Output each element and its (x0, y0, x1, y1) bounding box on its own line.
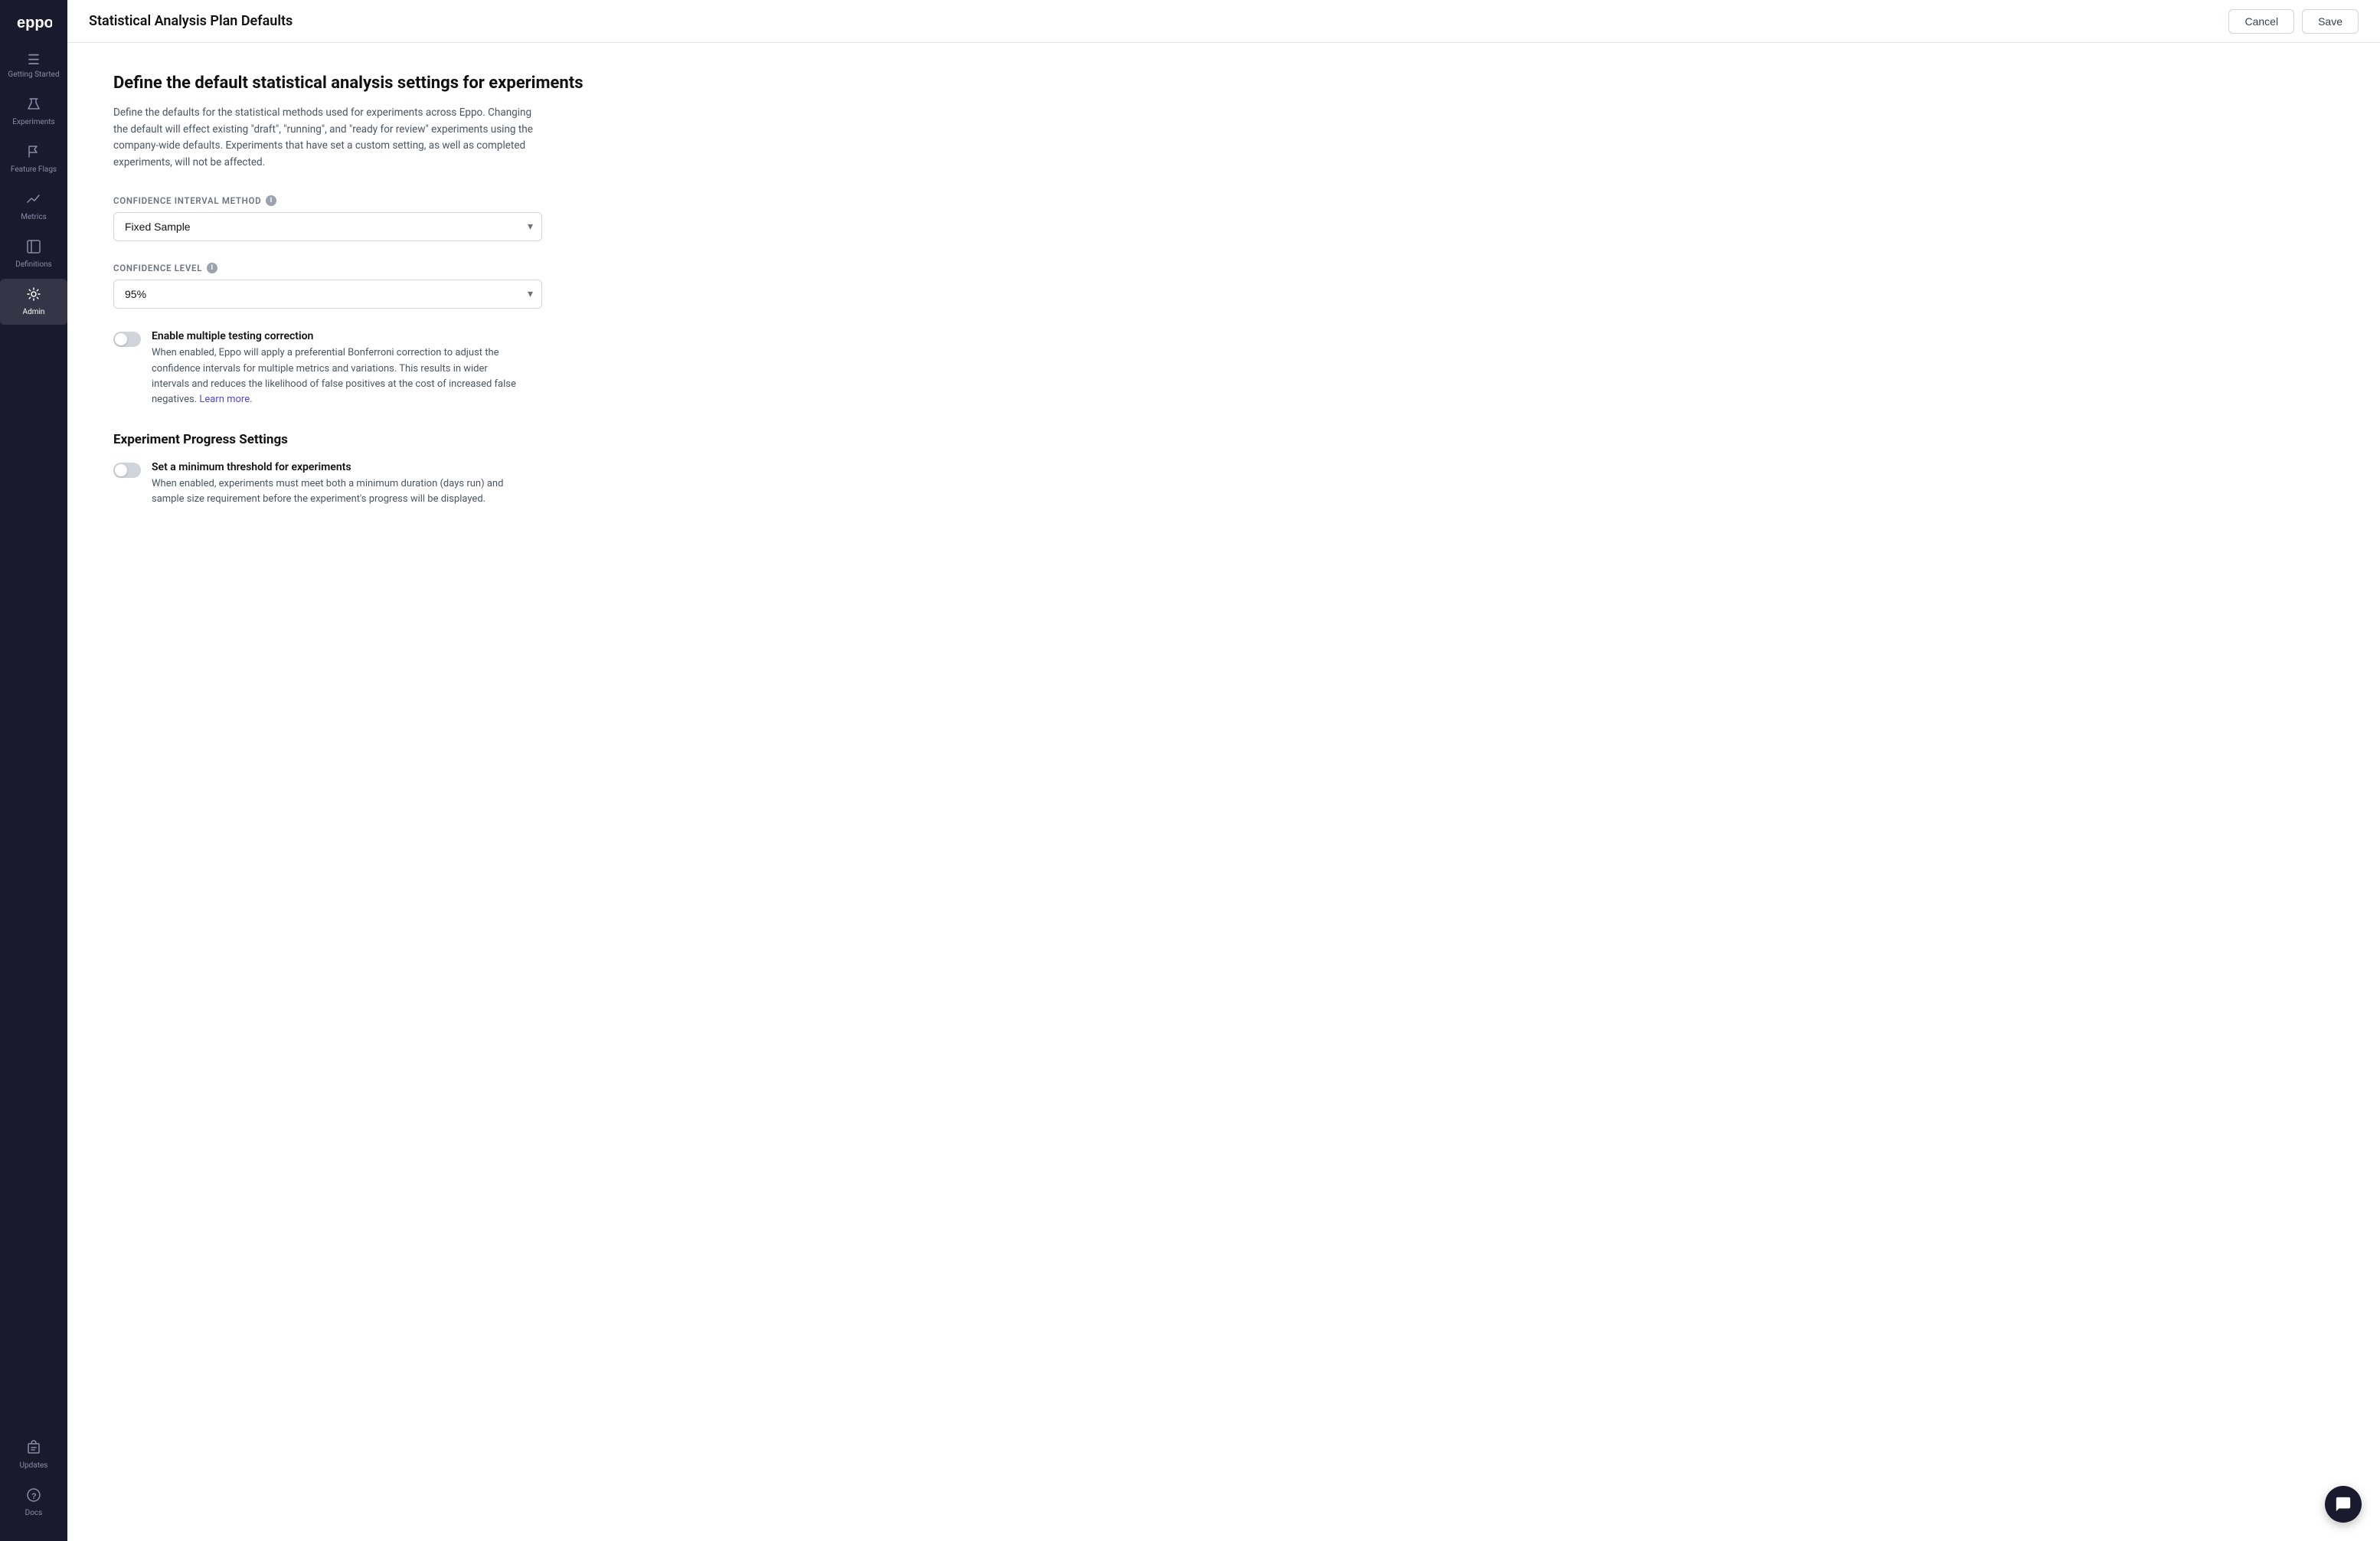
section-description: Define the defaults for the statistical … (113, 105, 542, 171)
save-button[interactable]: Save (2302, 9, 2359, 34)
confidence-level-group: CONFIDENCE LEVEL i 90% 95% 99% ▾ (113, 263, 2334, 309)
sidebar-item-label: Getting Started (8, 70, 59, 80)
experiment-progress-section: Experiment Progress Settings Set a minim… (113, 432, 2334, 507)
sidebar-item-experiments[interactable]: Experiments (0, 89, 67, 135)
sidebar-item-label: Metrics (21, 213, 47, 222)
confidence-interval-method-select-wrapper: Fixed Sample Sequential ▾ (113, 212, 542, 241)
confidence-interval-info-icon[interactable]: i (266, 195, 276, 206)
getting-started-icon: ☰ (28, 54, 40, 67)
chat-button[interactable] (2325, 1486, 2362, 1523)
confidence-interval-method-select[interactable]: Fixed Sample Sequential (113, 212, 542, 241)
multiple-testing-toggle[interactable] (113, 332, 141, 347)
svg-text:eppo: eppo (17, 15, 52, 31)
top-bar: Statistical Analysis Plan Defaults Cance… (67, 0, 2380, 43)
multiple-testing-content: Enable multiple testing correction When … (152, 330, 527, 407)
learn-more-link[interactable]: Learn more. (199, 394, 252, 405)
sidebar-item-label: Updates (20, 1461, 48, 1471)
feature-flags-icon (26, 144, 41, 162)
sidebar-item-label: Experiments (12, 118, 54, 127)
docs-icon: ? (26, 1487, 41, 1506)
sidebar-item-label: Admin (23, 308, 45, 317)
main-heading: Define the default statistical analysis … (113, 74, 2334, 93)
updates-icon (26, 1440, 41, 1458)
min-threshold-desc: When enabled, experiments must meet both… (152, 476, 527, 507)
toggle-track (113, 463, 141, 478)
admin-icon (26, 286, 41, 305)
experiment-progress-heading: Experiment Progress Settings (113, 432, 2334, 447)
sidebar-item-docs[interactable]: ? Docs (0, 1480, 67, 1526)
multiple-testing-desc: When enabled, Eppo will apply a preferen… (152, 345, 527, 407)
sidebar-bottom: Updates ? Docs (0, 1432, 67, 1526)
confidence-level-select-wrapper: 90% 95% 99% ▾ (113, 280, 542, 309)
sidebar-item-label: Definitions (15, 260, 51, 270)
sidebar-item-getting-started[interactable]: ☰ Getting Started (0, 46, 67, 87)
multiple-testing-title: Enable multiple testing correction (152, 330, 527, 342)
sidebar-item-label: Docs (25, 1509, 43, 1518)
sidebar-nav: ☰ Getting Started Experiments Feature Fl… (0, 46, 67, 1432)
confidence-level-label: CONFIDENCE LEVEL i (113, 263, 2334, 273)
min-threshold-title: Set a minimum threshold for experiments (152, 461, 527, 473)
logo: eppo (15, 9, 52, 34)
main-wrapper: Statistical Analysis Plan Defaults Cance… (67, 0, 2380, 1541)
content-area: Define the default statistical analysis … (67, 43, 2380, 1541)
confidence-level-select[interactable]: 90% 95% 99% (113, 280, 542, 309)
confidence-level-info-icon[interactable]: i (207, 263, 217, 273)
sidebar-item-admin[interactable]: Admin (0, 279, 67, 325)
sidebar-item-definitions[interactable]: Definitions (0, 231, 67, 277)
svg-text:?: ? (31, 1492, 37, 1501)
min-threshold-row: Set a minimum threshold for experiments … (113, 461, 2334, 507)
metrics-icon (26, 191, 41, 210)
multiple-testing-row: Enable multiple testing correction When … (113, 330, 2334, 407)
sidebar: eppo ☰ Getting Started Experiments Featu… (0, 0, 67, 1541)
sidebar-item-updates[interactable]: Updates (0, 1432, 67, 1478)
toggle-track (113, 332, 141, 347)
page-title: Statistical Analysis Plan Defaults (89, 13, 293, 29)
sidebar-item-feature-flags[interactable]: Feature Flags (0, 136, 67, 182)
cancel-button[interactable]: Cancel (2228, 9, 2294, 34)
sidebar-item-label: Feature Flags (11, 165, 57, 175)
top-bar-actions: Cancel Save (2228, 9, 2359, 34)
min-threshold-toggle[interactable] (113, 463, 141, 478)
confidence-interval-method-group: CONFIDENCE INTERVAL METHOD i Fixed Sampl… (113, 195, 2334, 241)
sidebar-item-metrics[interactable]: Metrics (0, 184, 67, 230)
confidence-interval-method-label: CONFIDENCE INTERVAL METHOD i (113, 195, 2334, 206)
min-threshold-content: Set a minimum threshold for experiments … (152, 461, 527, 507)
definitions-icon (26, 239, 41, 257)
experiments-icon (26, 97, 41, 115)
